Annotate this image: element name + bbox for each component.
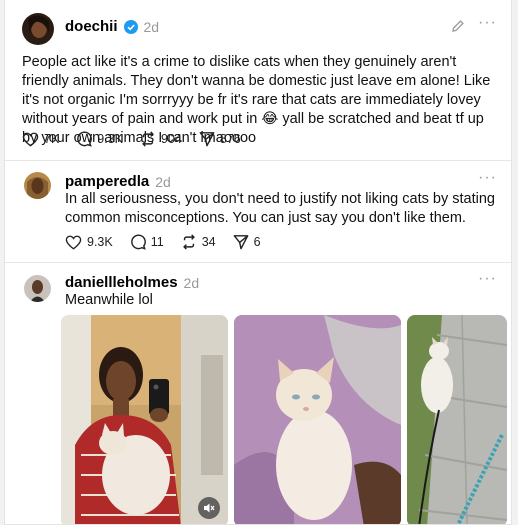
video-thumbnail[interactable] bbox=[61, 315, 228, 524]
username[interactable]: daniellleholmes bbox=[65, 274, 178, 291]
like-button[interactable]: 9.3K bbox=[65, 235, 113, 250]
more-icon[interactable]: ··· bbox=[478, 270, 497, 288]
post-pamperedla[interactable]: pamperedla 2d ··· In all seriousness, yo… bbox=[5, 160, 511, 262]
verified-badge-icon bbox=[123, 19, 138, 34]
post-header: daniellleholmes 2d bbox=[65, 274, 199, 291]
comment-icon bbox=[77, 131, 93, 147]
comment-icon bbox=[130, 234, 146, 250]
post-header: doechii 2d bbox=[65, 18, 159, 35]
repost-count: 34 bbox=[201, 235, 216, 249]
media-carousel[interactable] bbox=[61, 315, 507, 524]
post-header: pamperedla 2d bbox=[65, 173, 171, 190]
pencil-icon[interactable] bbox=[451, 19, 465, 38]
repost-icon bbox=[142, 131, 154, 147]
avatar[interactable] bbox=[24, 172, 51, 199]
reply-button[interactable]: 9.3K bbox=[76, 131, 123, 147]
username[interactable]: doechii bbox=[65, 18, 118, 35]
like-count: 9.3K bbox=[87, 235, 113, 249]
share-count: 6 bbox=[253, 235, 261, 249]
repost-count: 904 bbox=[161, 132, 182, 146]
timestamp: 2d bbox=[143, 18, 160, 35]
heart-icon bbox=[22, 132, 39, 147]
share-button[interactable]: 6 bbox=[233, 234, 261, 250]
threads-feed: doechii 2d ··· People act like it's a cr… bbox=[4, 0, 512, 525]
reply-count: 11 bbox=[150, 235, 164, 249]
post-text: Meanwhile lol bbox=[65, 292, 153, 308]
repost-button[interactable]: 34 bbox=[181, 234, 216, 250]
reply-count: 9.3K bbox=[97, 132, 124, 146]
reply-button[interactable]: 11 bbox=[130, 234, 164, 250]
like-button[interactable]: 7K bbox=[22, 132, 59, 147]
more-icon[interactable]: ··· bbox=[478, 169, 497, 187]
action-bar: 7K 9.3K 904 876 bbox=[22, 131, 258, 147]
share-count: 876 bbox=[219, 132, 241, 146]
heart-icon bbox=[65, 235, 82, 250]
share-button[interactable]: 876 bbox=[199, 131, 241, 147]
send-icon bbox=[199, 132, 215, 147]
like-count: 7K bbox=[44, 132, 60, 146]
image-thumbnail[interactable] bbox=[234, 315, 401, 524]
post-daniellleholmes[interactable]: daniellleholmes 2d ··· Meanwhile lol bbox=[5, 262, 511, 524]
more-icon[interactable]: ··· bbox=[478, 14, 497, 32]
post-text: In all seriousness, you don't need to ju… bbox=[65, 191, 495, 226]
timestamp: 2d bbox=[155, 173, 171, 190]
post-doechii[interactable]: doechii 2d ··· People act like it's a cr… bbox=[5, 0, 511, 160]
avatar[interactable] bbox=[22, 13, 54, 45]
mute-icon[interactable] bbox=[198, 497, 220, 519]
image-thumbnail[interactable] bbox=[407, 315, 507, 524]
action-bar: 9.3K 11 34 6 bbox=[65, 234, 278, 250]
username[interactable]: pamperedla bbox=[65, 173, 149, 190]
repost-button[interactable]: 904 bbox=[140, 131, 182, 147]
avatar[interactable] bbox=[24, 275, 51, 302]
repost-icon bbox=[182, 234, 195, 250]
send-icon bbox=[233, 235, 248, 250]
timestamp: 2d bbox=[183, 274, 200, 291]
